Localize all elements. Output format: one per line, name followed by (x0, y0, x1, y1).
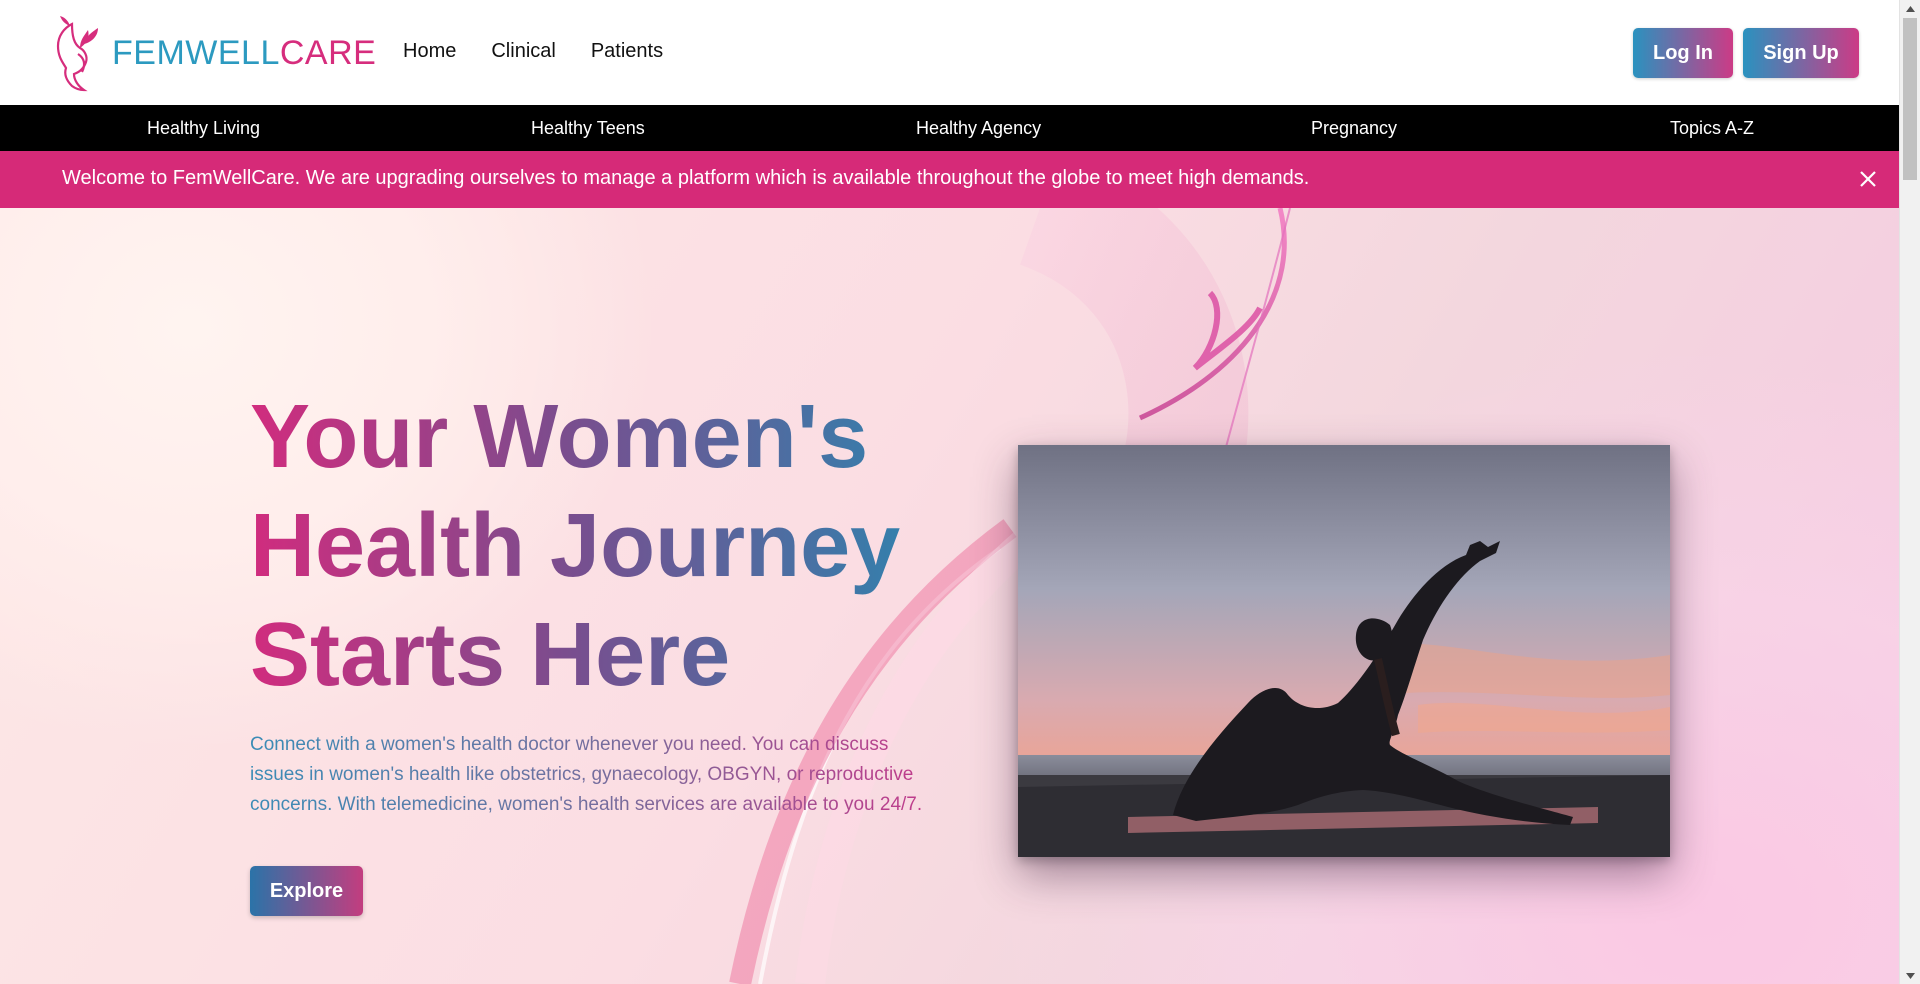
brand-part1: FEMWELL (112, 33, 280, 72)
nav-home[interactable]: Home (403, 40, 456, 63)
category-healthy-agency[interactable]: Healthy Agency (916, 118, 1041, 139)
woman-silhouette-leaf-logo-icon (56, 16, 98, 92)
announcement-banner: Welcome to FemWellCare. We are upgrading… (0, 151, 1899, 208)
site-header: FEMWELLCARE Home Clinical Patients Log I… (0, 0, 1899, 105)
nav-clinical[interactable]: Clinical (491, 40, 555, 63)
category-healthy-teens[interactable]: Healthy Teens (531, 118, 645, 139)
nav-patients[interactable]: Patients (591, 40, 663, 63)
hero-title-line2: Health Journey (250, 496, 901, 596)
hero-title-line3: Starts Here (250, 605, 731, 705)
category-healthy-living[interactable]: Healthy Living (147, 118, 260, 139)
brand-part2: CARE (279, 33, 377, 72)
yoga-pose-sunset-photo (1018, 445, 1670, 857)
hero-title: Your Women's Health Journey Starts Here (250, 383, 950, 710)
auth-buttons: Log In Sign Up (1633, 28, 1859, 78)
scrollbar-thumb[interactable] (1903, 18, 1917, 180)
close-icon[interactable] (1855, 166, 1881, 192)
hero-section: Your Women's Health Journey Starts Here … (0, 208, 1899, 984)
page-scrollbar[interactable] (1899, 0, 1920, 984)
explore-button[interactable]: Explore (250, 866, 363, 916)
login-button[interactable]: Log In (1633, 28, 1733, 78)
brand-logo[interactable]: FEMWELLCARE (50, 14, 376, 92)
category-pregnancy[interactable]: Pregnancy (1311, 118, 1397, 139)
top-navigation: Home Clinical Patients (403, 40, 663, 63)
signup-button[interactable]: Sign Up (1743, 28, 1859, 78)
announcement-text: Welcome to FemWellCare. We are upgrading… (62, 167, 1310, 189)
scroll-up-arrow-icon[interactable] (1900, 0, 1920, 17)
scroll-down-arrow-icon[interactable] (1900, 967, 1920, 984)
hero-title-line1: Your Women's (250, 387, 869, 487)
category-bar: Healthy Living Healthy Teens Healthy Age… (0, 105, 1899, 151)
brand-wordmark: FEMWELLCARE (112, 34, 376, 73)
hero-description: Connect with a women's health doctor whe… (250, 730, 940, 820)
category-topics-a-z[interactable]: Topics A-Z (1670, 118, 1754, 139)
